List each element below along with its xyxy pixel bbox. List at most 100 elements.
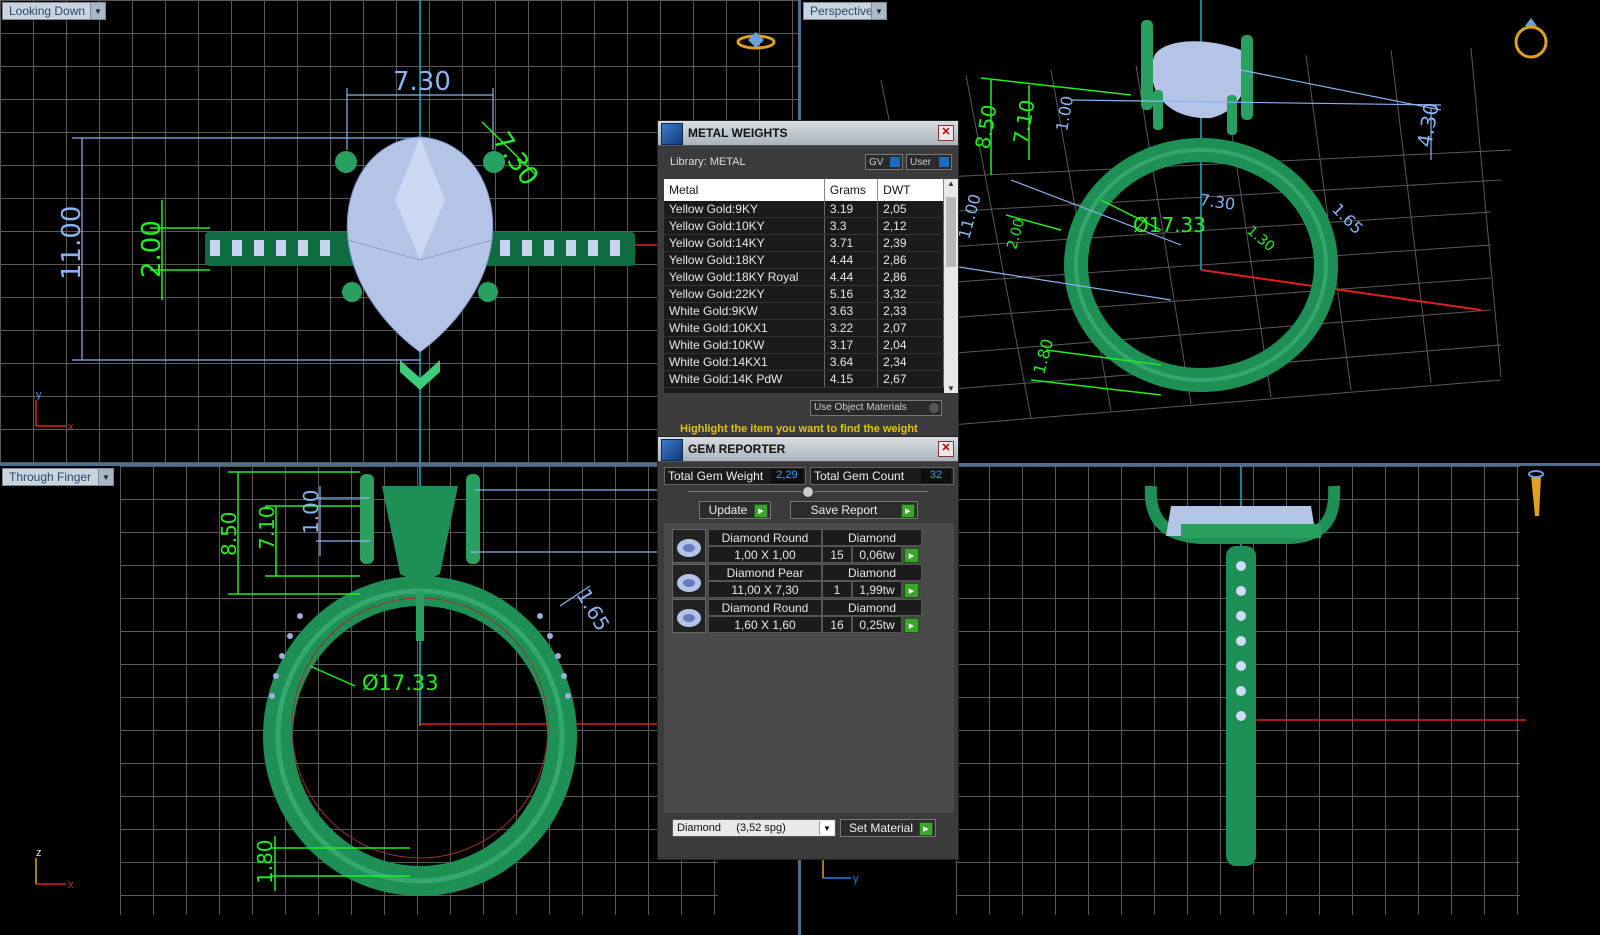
play-icon: ▶ <box>754 504 768 518</box>
panel-title: METAL WEIGHTS <box>688 126 788 140</box>
cell-grams: 4.44 <box>824 268 879 286</box>
gem-list[interactable]: Diamond Round Diamond 1,00 X 1,00 15 0,06tw ▶… <box>664 523 954 813</box>
svg-text:x: x <box>68 879 74 891</box>
gem-reporter-titlebar[interactable]: GEM REPORTER ✕ <box>658 437 958 462</box>
svg-text:y: y <box>853 873 859 885</box>
svg-text:7.10: 7.10 <box>255 505 279 550</box>
toggle-icon <box>929 403 939 413</box>
update-button[interactable]: Update ▶ <box>699 501 771 519</box>
cell-metal: White Gold:10KW <box>664 336 825 354</box>
metal-weights-rows[interactable]: Yellow Gold:9KY 3.19 2,05 Yellow Gold:10KY 3… <box>664 201 944 388</box>
cell-metal: Yellow Gold:9KY <box>664 201 825 218</box>
play-icon[interactable]: ▶ <box>904 618 919 633</box>
table-row[interactable]: White Gold:9KW 3.63 2,33 <box>664 302 944 320</box>
cell-metal: Yellow Gold:18KY <box>664 251 825 269</box>
total-gem-count: Total Gem Count 32 <box>810 467 954 485</box>
close-icon[interactable]: ✕ <box>938 441 954 457</box>
svg-text:8.50: 8.50 <box>970 103 1001 151</box>
toggle-icon <box>939 157 949 167</box>
gem-reporter-icon <box>661 439 683 461</box>
chevron-down-icon[interactable]: ▼ <box>871 3 886 19</box>
viewport-label-text: Perspective <box>810 4 873 18</box>
viewport-label-perspective[interactable]: Perspective ▼ <box>803 2 887 20</box>
cell-dwt: 2,04 <box>877 336 944 354</box>
table-row[interactable]: White Gold:10KW 3.17 2,04 <box>664 336 944 354</box>
gem-material: Diamond <box>822 599 922 616</box>
gem-count: 16 <box>822 616 852 633</box>
cell-grams: 4.15 <box>824 370 879 388</box>
svg-text:7.10: 7.10 <box>1008 98 1039 146</box>
cell-grams: 3.63 <box>824 302 879 320</box>
dim-width: 7.30 <box>393 67 451 97</box>
gem-row[interactable]: Diamond Round Diamond 1,60 X 1,60 16 0,25tw ▶ <box>672 599 928 633</box>
chevron-up-icon[interactable]: ▲ <box>944 179 958 188</box>
hint-text: Highlight the item you want to find the … <box>680 423 918 435</box>
table-row[interactable]: White Gold:10KX1 3.22 2,07 <box>664 319 944 337</box>
slider-handle[interactable] <box>802 486 814 498</box>
cell-grams: 3.17 <box>824 336 879 354</box>
panel-title: GEM REPORTER <box>688 442 786 456</box>
table-row[interactable]: Yellow Gold:18KY 4.44 2,86 <box>664 251 944 269</box>
chevron-down-icon[interactable]: ▼ <box>98 469 113 485</box>
cell-dwt: 2,67 <box>877 370 944 388</box>
scrollbar-thumb[interactable] <box>946 197 956 267</box>
save-report-button[interactable]: Save Report ▶ <box>790 501 918 519</box>
play-icon[interactable]: ▶ <box>904 583 919 598</box>
gem-reporter-panel[interactable]: GEM REPORTER ✕ Total Gem Weight 2,29 Tot… <box>657 436 959 860</box>
gem-row[interactable]: Diamond Pear Diamond 11,00 X 7,30 1 1,99tw ▶ <box>672 564 928 598</box>
scrollbar[interactable]: ▲ ▼ <box>944 179 958 393</box>
use-object-materials-toggle[interactable]: Use Object Materials <box>810 400 942 416</box>
user-toggle[interactable]: User <box>906 154 952 170</box>
svg-text:Ø17.33: Ø17.33 <box>1133 213 1206 237</box>
gem-material: Diamond <box>822 564 922 581</box>
set-material-button[interactable]: Set Material ▶ <box>840 819 936 837</box>
chevron-down-icon[interactable]: ▼ <box>90 3 105 19</box>
cell-dwt: 2,33 <box>877 302 944 320</box>
metal-weights-panel[interactable]: METAL WEIGHTS ✕ Library: METAL GV User M… <box>657 120 959 438</box>
svg-text:11.00: 11.00 <box>955 192 985 241</box>
cell-metal: Yellow Gold:18KY Royal <box>664 268 825 286</box>
svg-text:z: z <box>36 847 42 859</box>
chevron-down-icon[interactable]: ▼ <box>944 384 958 393</box>
cell-dwt: 2,05 <box>877 201 944 218</box>
play-icon[interactable]: ▶ <box>904 548 919 563</box>
col-header-metal[interactable]: Metal <box>664 179 825 201</box>
cell-metal: White Gold:14K PdW <box>664 370 825 388</box>
metal-weights-table-wrap[interactable]: Metal Grams DWT Yellow Gold:9KY 3.19 2,05 Y… <box>664 179 944 393</box>
table-row[interactable]: Yellow Gold:14KY 3.71 2,39 <box>664 234 944 252</box>
metal-weights-titlebar[interactable]: METAL WEIGHTS ✕ <box>658 121 958 146</box>
total-gem-weight-value: 2,29 <box>771 469 803 483</box>
gem-row[interactable]: Diamond Round Diamond 1,00 X 1,00 15 0,06tw ▶ <box>672 529 928 563</box>
close-icon[interactable]: ✕ <box>938 125 954 141</box>
gem-name: Diamond Round <box>708 599 822 616</box>
table-row[interactable]: White Gold:14K PdW 4.15 2,67 <box>664 370 944 388</box>
cell-dwt: 2,07 <box>877 319 944 337</box>
cell-metal: Yellow Gold:22KY <box>664 285 825 303</box>
gv-toggle[interactable]: GV <box>865 154 903 170</box>
chevron-down-icon[interactable]: ▼ <box>819 821 834 835</box>
table-row[interactable]: Yellow Gold:22KY 5.16 3,32 <box>664 285 944 303</box>
col-header-grams[interactable]: Grams <box>824 179 879 201</box>
gem-name: Diamond Round <box>708 529 822 546</box>
cell-grams: 3.19 <box>824 201 879 218</box>
diamond-icon <box>672 564 706 598</box>
col-header-dwt[interactable]: DWT <box>877 179 944 201</box>
table-row[interactable]: Yellow Gold:9KY 3.19 2,05 <box>664 201 944 218</box>
metal-weights-table[interactable]: Metal Grams DWT Yellow Gold:9KY 3.19 2,05 Y… <box>664 179 944 388</box>
svg-text:1.00: 1.00 <box>299 489 323 534</box>
cell-dwt: 2,86 <box>877 251 944 269</box>
svg-text:1.65: 1.65 <box>1328 199 1367 238</box>
gem-size: 11,00 X 7,30 <box>708 581 822 598</box>
table-row[interactable]: Yellow Gold:18KY Royal 4.44 2,86 <box>664 268 944 286</box>
gem-size: 1,00 X 1,00 <box>708 546 822 563</box>
finger-view-icon <box>1531 476 1541 516</box>
total-gem-count-value: 32 <box>921 469 951 483</box>
viewport-label-looking-down[interactable]: Looking Down ▼ <box>2 2 106 20</box>
table-row[interactable]: White Gold:14KX1 3.64 2,34 <box>664 353 944 371</box>
table-row[interactable]: Yellow Gold:10KY 3.3 2,12 <box>664 217 944 235</box>
svg-text:x: x <box>68 421 74 433</box>
metal-weights-icon <box>661 123 683 145</box>
material-select[interactable]: Diamond (3,52 spg) ▼ <box>672 819 836 837</box>
svg-text:y: y <box>36 389 42 401</box>
viewport-label-through-finger[interactable]: Through Finger ▼ <box>2 468 114 486</box>
